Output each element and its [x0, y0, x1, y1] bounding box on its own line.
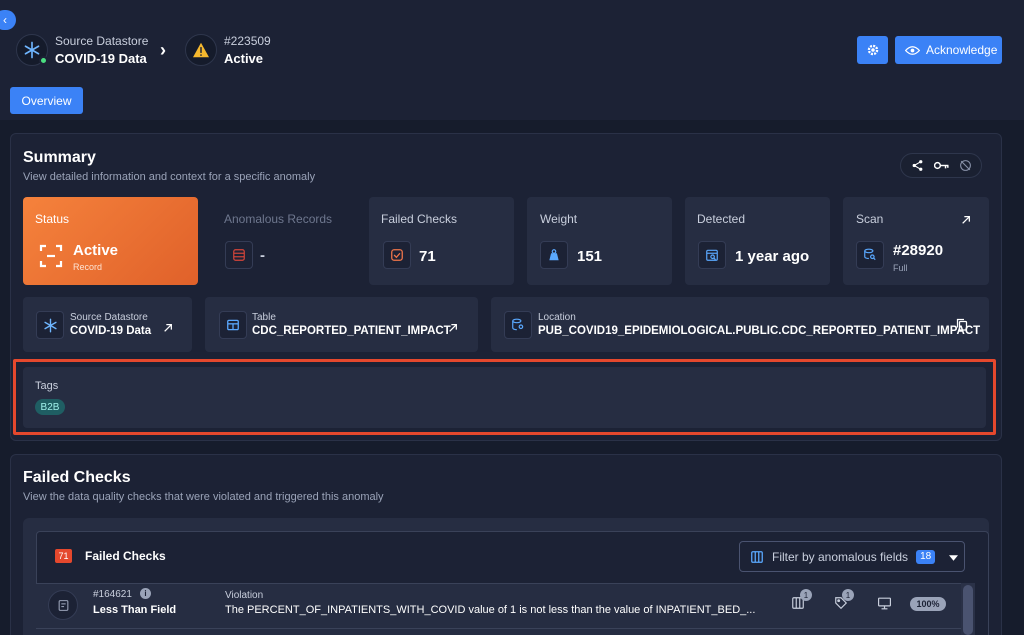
caret-down-icon [949, 550, 959, 564]
external-link-icon[interactable] [961, 212, 971, 230]
source-datastore-card[interactable]: Source Datastore COVID-19 Data [23, 297, 192, 352]
tags-label: Tags [35, 380, 59, 392]
acknowledge-button[interactable]: Acknowledge [895, 36, 1002, 64]
scan-label: Scan [856, 212, 884, 226]
scan-sub: Full [893, 263, 908, 273]
source-value: COVID-19 Data [70, 325, 152, 337]
key-icon[interactable] [929, 155, 953, 177]
status-label: Status [35, 212, 70, 226]
weight-value: 151 [577, 248, 603, 265]
source-datastore-name[interactable]: COVID-19 Data [55, 51, 147, 66]
weight-card: Weight 151 [527, 197, 672, 285]
detected-value: 1 year ago [735, 248, 810, 265]
chevron-right-icon: › [160, 40, 166, 60]
detected-label: Detected [697, 212, 746, 226]
weight-label: Weight [540, 212, 578, 226]
scan-card[interactable]: Scan #28920 Full [843, 197, 989, 285]
tag-chip[interactable]: B2B [35, 399, 65, 415]
anomalous-records-label: Anomalous Records [224, 212, 333, 226]
location-card: Location PUB_COVID19_EPIDEMIOLOGICAL.PUB… [491, 297, 989, 352]
location-value: PUB_COVID19_EPIDEMIOLOGICAL.PUBLIC.CDC_R… [538, 325, 981, 337]
scan-value: #28920 [893, 242, 944, 259]
anomalous-records-card: Anomalous Records - [211, 197, 357, 285]
tags-count-badge: 1 [842, 589, 854, 601]
location-label: Location [538, 312, 576, 323]
failed-checks-card: Failed Checks 71 [369, 197, 514, 285]
status-value: Active [73, 242, 119, 259]
violation-text: The PERCENT_OF_INPATIENTS_WITH_COVID val… [225, 604, 756, 616]
hide-globe-icon[interactable] [953, 155, 977, 177]
filter-label: Filter by anomalous fields [772, 549, 909, 564]
anomalous-records-value: - [260, 247, 265, 264]
failed-checks-count-badge: 71 [55, 549, 72, 563]
detected-card: Detected 1 year ago [685, 197, 830, 285]
failed-checks-title: Failed Checks [23, 469, 131, 486]
filter-anomalous-fields-select[interactable]: Filter by anomalous fields 18 [739, 541, 965, 572]
coverage-badge: 100% [910, 597, 946, 611]
summary-title: Summary [23, 149, 96, 166]
check-id[interactable]: #164621 [93, 589, 132, 600]
weight-icon [540, 241, 568, 269]
summary-description: View detailed information and context fo… [23, 171, 316, 183]
copy-icon[interactable] [956, 318, 968, 336]
table-icon [219, 311, 247, 339]
failed-checks-description: View the data quality checks that were v… [23, 491, 384, 503]
failed-checks-label: Failed Checks [381, 212, 458, 226]
status-sub: Record [73, 262, 103, 272]
fields-count-badge: 1 [800, 589, 812, 601]
gear-icon [867, 44, 878, 56]
scan-search-icon [856, 241, 884, 269]
table-label: Table [252, 312, 276, 323]
scrollbar-thumb[interactable] [963, 585, 973, 635]
warning-icon [185, 34, 217, 66]
eye-icon [905, 45, 920, 55]
anomaly-status: Active [224, 51, 264, 66]
external-link-icon[interactable] [163, 320, 173, 338]
filter-count-badge: 18 [916, 549, 936, 564]
external-link-icon[interactable] [448, 320, 458, 338]
anomaly-id: #223509 [224, 34, 271, 48]
acknowledge-label: Acknowledge [926, 43, 998, 57]
highlight-box [13, 359, 996, 435]
check-box-icon [383, 241, 411, 269]
database-location-icon [504, 311, 532, 339]
violation-label: Violation [225, 590, 264, 601]
table-value: CDC_REPORTED_PATIENT_IMPACT [252, 325, 451, 337]
online-status-dot [39, 56, 48, 65]
summary-actions [900, 153, 982, 178]
calendar-search-icon [698, 241, 726, 269]
settings-button[interactable] [857, 36, 888, 64]
source-datastore-label: Source Datastore [55, 34, 149, 48]
table-row[interactable] [36, 628, 961, 635]
monitor-icon[interactable] [877, 597, 892, 615]
columns-icon [751, 550, 763, 563]
source-label: Source Datastore [70, 312, 148, 323]
tab-overview[interactable]: Overview [10, 87, 83, 114]
check-rule-icon [48, 590, 78, 620]
failed-checks-value: 71 [419, 248, 436, 265]
record-scan-icon [39, 244, 63, 273]
table-card[interactable]: Table CDC_REPORTED_PATIENT_IMPACT [205, 297, 478, 352]
snowflake-icon [36, 311, 64, 339]
share-icon[interactable] [905, 155, 929, 177]
info-icon[interactable]: i [140, 588, 151, 599]
records-icon [225, 241, 253, 269]
check-rule-name: Less Than Field [93, 604, 177, 616]
failed-checks-list-title: Failed Checks [85, 549, 166, 563]
